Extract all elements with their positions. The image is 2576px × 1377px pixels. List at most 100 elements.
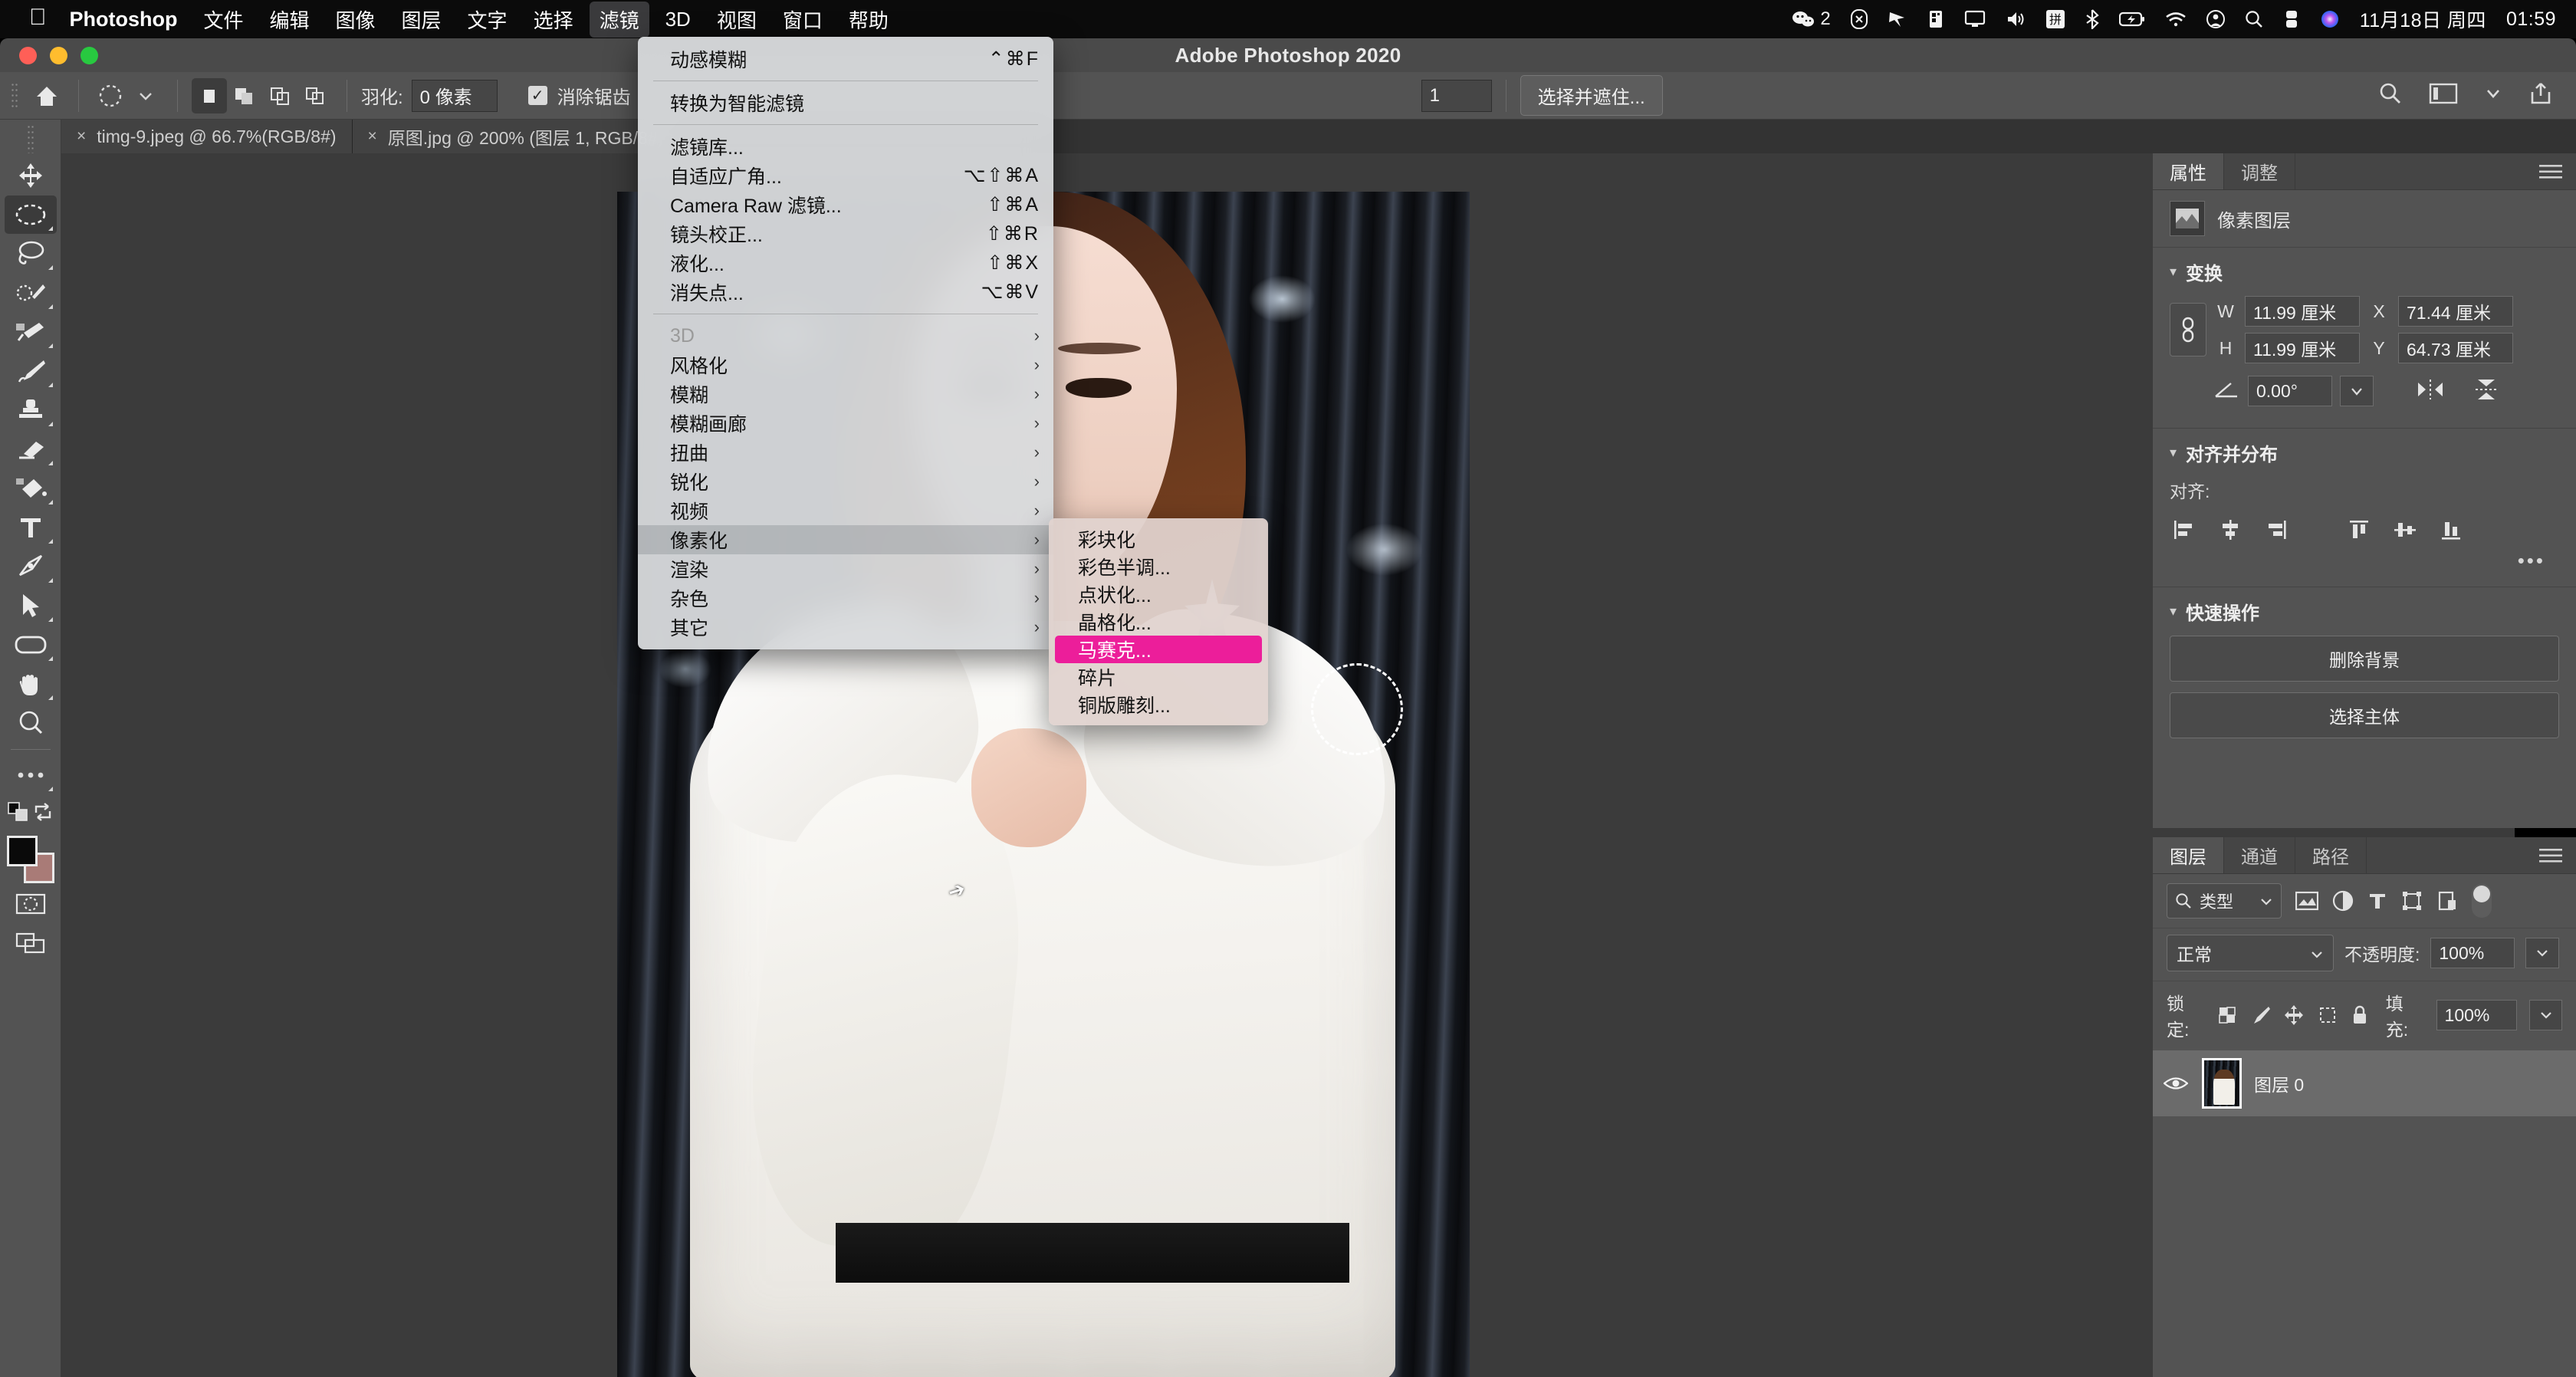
chevron-down-icon[interactable] xyxy=(2259,891,2273,911)
align-middle-v-icon[interactable] xyxy=(2390,515,2420,544)
type-tool[interactable] xyxy=(5,508,57,547)
screen-mode-icon[interactable] xyxy=(5,924,57,962)
tab-close-icon[interactable]: × xyxy=(368,127,377,146)
quick-mask-icon[interactable] xyxy=(5,885,57,923)
menu-item-sharpen[interactable]: 锐化 › xyxy=(638,467,1053,496)
menu-item-adaptive-wide-angle[interactable]: 自适应广角... ⌥⇧⌘A xyxy=(638,161,1053,190)
lock-position-icon[interactable] xyxy=(2283,1004,2305,1026)
brush-tool[interactable] xyxy=(5,352,57,390)
document-tab-1[interactable]: × timg-9.jpeg @ 66.7%(RGB/8#) xyxy=(61,120,353,153)
align-title[interactable]: ▾ 对齐并分布 xyxy=(2153,439,2576,477)
x-input[interactable]: 71.44 厘米 xyxy=(2398,296,2513,327)
menu-layer[interactable]: 图层 xyxy=(402,5,442,34)
link-icon[interactable] xyxy=(2170,303,2206,357)
angle-input[interactable]: 0.00° xyxy=(2248,376,2332,406)
adjustment-filter-icon[interactable] xyxy=(2332,890,2354,912)
submenu-item-mezzotint[interactable]: 铜版雕刻... xyxy=(1049,691,1268,718)
more-tools-icon[interactable] xyxy=(5,756,57,794)
select-and-mask-button[interactable]: 选择并遮住... xyxy=(1520,75,1663,116)
submenu-item-fragment[interactable]: 碎片 xyxy=(1049,663,1268,691)
tab-paths[interactable]: 路径 xyxy=(2295,837,2367,873)
menu-item-lens-correction[interactable]: 镜头校正... ⇧⌘R xyxy=(638,219,1053,248)
menu-3d[interactable]: 3D xyxy=(665,8,691,31)
submenu-item-facet[interactable]: 彩块化 xyxy=(1049,525,1268,553)
shape-filter-icon[interactable] xyxy=(2401,890,2423,912)
menu-item-camera-raw-filter[interactable]: Camera Raw 滤镜... ⇧⌘A xyxy=(638,190,1053,219)
image-filter-icon[interactable] xyxy=(2295,891,2318,911)
align-more-icon[interactable]: ••• xyxy=(2153,544,2576,573)
hand-tool[interactable] xyxy=(5,665,57,703)
battery-meter-icon[interactable] xyxy=(1927,9,1944,29)
menu-item-pixelate[interactable]: 像素化 › xyxy=(638,525,1053,554)
layer-filter-type-select[interactable]: 类型 xyxy=(2167,883,2282,919)
quick-selection-tool[interactable] xyxy=(5,274,57,312)
chevron-down-icon[interactable]: ▾ xyxy=(2170,445,2177,461)
transform-title[interactable]: ▾ 变换 xyxy=(2153,258,2576,296)
tools-panel-grip[interactable] xyxy=(27,124,34,153)
menu-image[interactable]: 图像 xyxy=(336,5,376,34)
panel-menu-icon[interactable] xyxy=(2525,837,2576,873)
bluetooth-icon[interactable] xyxy=(2085,9,2099,29)
filter-toggle[interactable] xyxy=(2472,884,2492,918)
home-icon[interactable] xyxy=(29,78,64,113)
lock-transparent-icon[interactable] xyxy=(2217,1005,2237,1025)
search-icon[interactable] xyxy=(2378,81,2403,110)
align-center-h-icon[interactable] xyxy=(2216,515,2245,544)
opacity-input[interactable]: 100% xyxy=(2430,938,2515,968)
eraser-tool[interactable] xyxy=(5,430,57,468)
marquee-tool[interactable] xyxy=(4,196,57,234)
menu-item-video[interactable]: 视频 › xyxy=(638,496,1053,525)
gesture-icon[interactable] xyxy=(1850,9,1868,29)
menu-help[interactable]: 帮助 xyxy=(849,5,889,34)
flip-horizontal-icon[interactable] xyxy=(2415,378,2446,405)
chevron-down-icon[interactable] xyxy=(2484,87,2502,104)
layer-row[interactable]: 图层 0 xyxy=(2153,1050,2576,1116)
menu-item-blur[interactable]: 模糊 › xyxy=(638,380,1053,409)
pixelate-submenu[interactable]: 彩块化 彩色半调... 点状化... 晶格化... 马赛克... 碎片 铜版雕刻… xyxy=(1049,518,1268,725)
workspace-icon[interactable] xyxy=(2429,82,2458,109)
battery-charging-icon[interactable] xyxy=(2118,11,2145,28)
height-input[interactable]: 11.99 厘米 xyxy=(2245,333,2360,363)
chevron-down-icon[interactable]: ▾ xyxy=(2170,264,2177,280)
new-selection-button[interactable] xyxy=(192,77,227,113)
wifi-icon[interactable] xyxy=(2165,11,2187,28)
color-swatches[interactable] xyxy=(5,836,56,885)
gradient-tool[interactable] xyxy=(5,469,57,508)
menu-item-render[interactable]: 渲染 › xyxy=(638,554,1053,583)
tab-close-icon[interactable]: × xyxy=(77,127,86,146)
submenu-item-color-halftone[interactable]: 彩色半调... xyxy=(1049,553,1268,580)
crop-tool[interactable] xyxy=(5,313,57,351)
lasso-tool[interactable] xyxy=(5,235,57,273)
menu-type[interactable]: 文字 xyxy=(468,5,508,34)
swap-colors-icon[interactable] xyxy=(5,795,57,829)
smart-object-filter-icon[interactable] xyxy=(2436,890,2458,912)
submenu-item-crystallize[interactable]: 晶格化... xyxy=(1049,608,1268,636)
control-center-icon[interactable] xyxy=(2206,10,2225,28)
align-right-icon[interactable] xyxy=(2262,515,2291,544)
menu-edit[interactable]: 编辑 xyxy=(270,5,310,34)
align-bottom-icon[interactable] xyxy=(2436,515,2466,544)
panel-menu-icon[interactable] xyxy=(2525,153,2576,189)
fill-chevron-icon[interactable] xyxy=(2529,1000,2562,1030)
lock-image-icon[interactable] xyxy=(2249,1004,2271,1026)
quick-actions-title[interactable]: ▾ 快速操作 xyxy=(2153,598,2576,636)
lock-artboard-icon[interactable] xyxy=(2317,1004,2338,1026)
input-source-icon[interactable]: 拼 xyxy=(2045,9,2065,29)
y-input[interactable]: 64.73 厘米 xyxy=(2398,333,2513,363)
options-bar-grip[interactable] xyxy=(11,81,18,110)
spotlight-icon[interactable] xyxy=(2245,10,2263,28)
path-selection-tool[interactable] xyxy=(5,587,57,625)
tool-preset-chevron-icon[interactable] xyxy=(128,78,163,113)
blend-mode-select[interactable]: 正常 xyxy=(2167,935,2334,971)
subtract-from-selection-button[interactable] xyxy=(262,78,297,113)
select-subject-button[interactable]: 选择主体 xyxy=(2170,692,2559,738)
elliptical-marquee-icon[interactable] xyxy=(93,78,128,113)
tab-adjustments[interactable]: 调整 xyxy=(2224,153,2295,189)
flip-vertical-icon[interactable] xyxy=(2473,376,2499,406)
notification-icon[interactable] xyxy=(2283,9,2300,29)
menu-item-vanishing-point[interactable]: 消失点... ⌥⌘V xyxy=(638,278,1053,307)
document-canvas[interactable]: ➔ xyxy=(61,153,2515,1377)
chevron-down-icon[interactable] xyxy=(2310,943,2324,964)
menu-item-filter-gallery[interactable]: 滤镜库... xyxy=(638,132,1053,161)
lock-all-icon[interactable] xyxy=(2351,1004,2369,1026)
